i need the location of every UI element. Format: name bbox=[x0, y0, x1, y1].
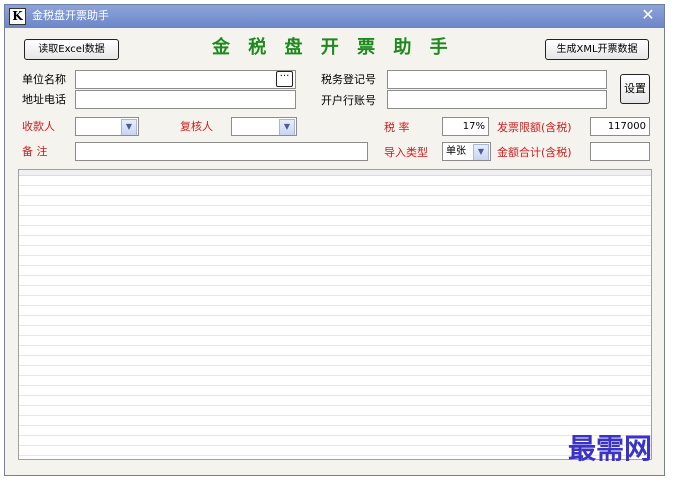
bank-account-input[interactable] bbox=[387, 90, 607, 109]
reviewer-select[interactable]: ▼ bbox=[231, 117, 297, 136]
remark-input[interactable] bbox=[75, 142, 368, 161]
bank-account-label: 开户行账号 bbox=[321, 94, 376, 107]
total-amount-label: 金额合计(含税) bbox=[497, 146, 572, 159]
reviewer-label: 复核人 bbox=[180, 120, 213, 133]
tax-reg-no-label: 税务登记号 bbox=[321, 73, 376, 86]
page-heading: 金 税 盘 开 票 助 手 bbox=[212, 37, 454, 58]
company-picker-button[interactable]: ··· bbox=[276, 71, 293, 87]
invoice-limit-input[interactable]: 117000 bbox=[590, 117, 650, 136]
window-title: 金税盘开票助手 bbox=[32, 9, 109, 22]
chevron-down-icon[interactable]: ▼ bbox=[473, 144, 489, 160]
company-name-label: 单位名称 bbox=[22, 73, 66, 86]
payee-select[interactable]: ▼ bbox=[75, 117, 139, 136]
tax-rate-label: 税 率 bbox=[384, 121, 410, 134]
tax-rate-input[interactable]: 17% bbox=[442, 117, 489, 136]
close-icon[interactable]: ✕ bbox=[640, 6, 656, 24]
watermark-logo: 最需网 bbox=[568, 432, 653, 465]
total-amount-input[interactable] bbox=[590, 142, 650, 161]
settings-button[interactable]: 设置 bbox=[620, 74, 650, 104]
address-phone-input[interactable] bbox=[75, 90, 296, 109]
chevron-down-icon[interactable]: ▼ bbox=[279, 119, 295, 135]
remark-label: 备 注 bbox=[22, 145, 48, 158]
app-logo-icon: K bbox=[9, 8, 26, 25]
import-type-select-value: 单张 bbox=[446, 146, 466, 157]
payee-label: 收款人 bbox=[22, 120, 55, 133]
invoice-limit-label: 发票限额(含税) bbox=[497, 121, 572, 134]
import-type-select[interactable]: 单张 ▼ bbox=[442, 142, 491, 161]
read-excel-button[interactable]: 读取Excel数据 bbox=[24, 39, 119, 60]
chevron-down-icon[interactable]: ▼ bbox=[121, 119, 137, 135]
grid-rows bbox=[19, 176, 651, 459]
address-phone-label: 地址电话 bbox=[22, 93, 66, 106]
import-type-label: 导入类型 bbox=[384, 146, 428, 159]
company-name-input[interactable] bbox=[75, 70, 296, 89]
tax-reg-no-input[interactable] bbox=[387, 70, 607, 89]
generate-xml-button[interactable]: 生成XML开票数据 bbox=[545, 39, 649, 60]
